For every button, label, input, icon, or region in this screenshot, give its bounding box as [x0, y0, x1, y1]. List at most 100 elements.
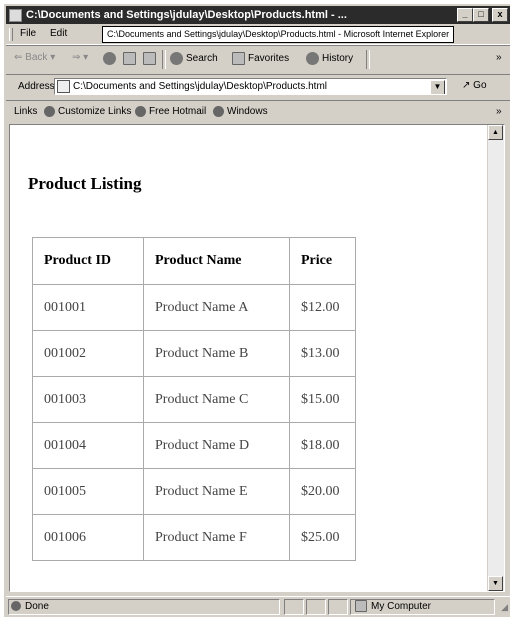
- table-row: 001004 Product Name D $18.00: [32, 422, 356, 469]
- menu-bar-grip[interactable]: [9, 28, 13, 41]
- status-zone: My Computer: [371, 601, 432, 612]
- address-input[interactable]: C:\Documents and Settings\jdulay\Desktop…: [54, 78, 447, 95]
- status-bar: Done My Computer ◢: [6, 596, 510, 617]
- scroll-up-button[interactable]: ▲: [488, 125, 503, 140]
- product-id-cell: 001003: [32, 376, 144, 423]
- vertical-scrollbar[interactable]: ▲ ▼: [487, 125, 504, 591]
- standard-toolbar: ⇐ Back ▾ ⇒ ▾ Search Favorites History »: [6, 45, 510, 75]
- window-controls: _ □ x: [456, 8, 510, 22]
- column-header-product-id: Product ID: [32, 237, 144, 285]
- price-cell: $15.00: [289, 376, 356, 423]
- toolbar-separator: [162, 50, 166, 69]
- menu-file[interactable]: File: [20, 28, 36, 39]
- history-button[interactable]: History: [306, 52, 353, 65]
- product-id-cell: 001001: [32, 284, 144, 331]
- scroll-down-button[interactable]: ▼: [488, 576, 503, 591]
- browser-window: C:\Documents and Settings\jdulay\Desktop…: [3, 3, 510, 617]
- table-row: 001005 Product Name E $20.00: [32, 468, 356, 515]
- back-label: Back: [25, 52, 48, 63]
- table-row: 001003 Product Name C $15.00: [32, 376, 356, 423]
- back-dropdown-icon[interactable]: ▾: [50, 52, 55, 63]
- table-row: 001002 Product Name B $13.00: [32, 330, 356, 377]
- table-header-row: Product ID Product Name Price: [32, 237, 356, 285]
- status-main-panel: Done: [8, 599, 280, 615]
- favorites-icon: [232, 52, 245, 65]
- product-name-cell: Product Name A: [143, 284, 290, 331]
- link-windows-label: Windows: [227, 106, 268, 118]
- favorites-label: Favorites: [248, 53, 290, 65]
- page-icon: [57, 79, 70, 93]
- price-cell: $12.00: [289, 284, 356, 331]
- price-cell: $18.00: [289, 422, 356, 469]
- status-panel: [284, 599, 304, 615]
- status-text: Done: [25, 601, 49, 612]
- link-windows[interactable]: Windows: [213, 106, 268, 117]
- search-button[interactable]: Search: [170, 52, 218, 65]
- window-title: C:\Documents and Settings\jdulay\Desktop…: [26, 9, 347, 21]
- back-button[interactable]: ⇐ Back ▾: [14, 52, 55, 63]
- product-name-cell: Product Name E: [143, 468, 290, 515]
- history-label: History: [322, 53, 354, 65]
- column-header-price: Price: [289, 237, 356, 285]
- links-chevron[interactable]: »: [496, 106, 502, 117]
- home-icon: [143, 52, 156, 65]
- toolbar-separator: [366, 50, 370, 69]
- product-id-cell: 001005: [32, 468, 144, 515]
- back-arrow-icon: ⇐: [14, 52, 23, 63]
- links-label: Links: [14, 106, 38, 117]
- column-header-product-name: Product Name: [143, 237, 290, 285]
- forward-button[interactable]: ⇒ ▾: [72, 52, 88, 63]
- maximize-button[interactable]: □: [473, 8, 489, 22]
- product-name-cell: Product Name B: [143, 330, 290, 377]
- links-bar: Links Customize Links Free Hotmail Windo…: [6, 100, 510, 123]
- price-cell: $20.00: [289, 468, 356, 515]
- table-row: 001006 Product Name F $25.00: [32, 514, 356, 561]
- product-id-cell: 001004: [32, 422, 144, 469]
- product-name-cell: Product Name C: [143, 376, 290, 423]
- go-arrow-icon: ↗: [462, 80, 471, 91]
- computer-icon: [355, 600, 367, 613]
- resize-grip-icon[interactable]: ◢: [501, 602, 508, 613]
- ie-page-icon: [135, 106, 146, 117]
- title-bar[interactable]: C:\Documents and Settings\jdulay\Desktop…: [6, 6, 510, 24]
- product-table: Product ID Product Name Price 001001 Pro…: [32, 237, 356, 561]
- table-row: 001001 Product Name A $12.00: [32, 284, 356, 331]
- link-free-hotmail-label: Free Hotmail: [149, 106, 207, 118]
- menu-edit[interactable]: Edit: [50, 28, 67, 39]
- favorites-button[interactable]: Favorites: [232, 52, 289, 65]
- go-label: Go: [473, 80, 487, 91]
- title-tooltip: C:\Documents and Settings\jdulay\Desktop…: [102, 26, 455, 43]
- product-name-cell: Product Name D: [143, 422, 290, 469]
- ie-app-icon[interactable]: [9, 9, 22, 22]
- link-free-hotmail[interactable]: Free Hotmail: [135, 106, 206, 117]
- address-value: C:\Documents and Settings\jdulay\Desktop…: [73, 81, 328, 92]
- address-bar: Address C:\Documents and Settings\jdulay…: [6, 74, 510, 101]
- stop-icon: [103, 52, 116, 65]
- toolbar-chevron[interactable]: »: [496, 52, 502, 63]
- stop-button[interactable]: [103, 52, 119, 65]
- home-button[interactable]: [143, 52, 159, 65]
- product-name-cell: Product Name F: [143, 514, 290, 561]
- link-customize-links-label: Customize Links: [58, 106, 132, 118]
- refresh-icon: [123, 52, 136, 65]
- minimize-button[interactable]: _: [457, 8, 473, 22]
- link-customize-links[interactable]: Customize Links: [44, 106, 131, 117]
- price-cell: $25.00: [289, 514, 356, 561]
- ie-page-icon: [213, 106, 224, 117]
- forward-dropdown-icon[interactable]: ▾: [83, 52, 88, 63]
- address-dropdown-button[interactable]: ▼: [430, 80, 445, 94]
- status-panel: [306, 599, 326, 615]
- go-button[interactable]: ↗ Go: [462, 80, 487, 91]
- ie-page-icon: [11, 601, 21, 612]
- product-id-cell: 001002: [32, 330, 144, 377]
- forward-arrow-icon: ⇒: [72, 52, 81, 63]
- refresh-button[interactable]: [123, 52, 139, 65]
- ie-page-icon: [44, 106, 55, 117]
- menu-bar: File Edit C:\Documents and Settings\jdul…: [6, 25, 510, 45]
- address-label: Address: [18, 81, 55, 92]
- close-button[interactable]: x: [492, 8, 508, 22]
- page-title: Product Listing: [28, 174, 142, 193]
- status-zone-panel: My Computer: [350, 599, 495, 615]
- price-cell: $13.00: [289, 330, 356, 377]
- search-label: Search: [186, 53, 218, 65]
